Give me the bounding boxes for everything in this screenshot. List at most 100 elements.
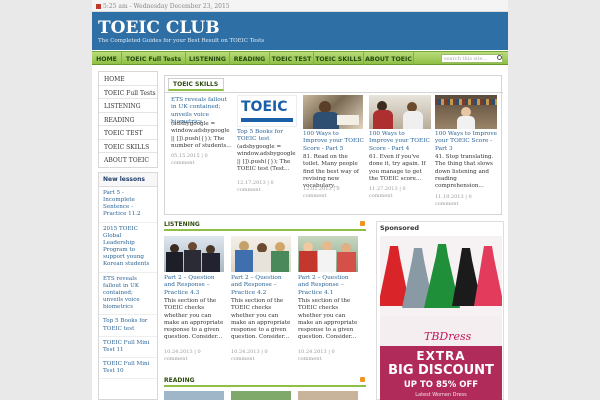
listening-thumbnail[interactable] <box>231 236 291 272</box>
post-meta: 11.19.2013 | 0 comment <box>435 194 499 207</box>
meta-separator: | <box>465 194 467 200</box>
listening-thumbnail[interactable] <box>298 236 358 272</box>
meta-separator: | <box>267 180 269 186</box>
lesson-link[interactable]: 2015 TOEIC Global Leadership Program to … <box>99 223 157 273</box>
post-title[interactable]: Top 5 Books for TOEIC test <box>237 129 297 144</box>
sponsored-ad[interactable]: TBDress EXTRA BIG DISCOUNT UP TO 85% OFF… <box>380 236 502 400</box>
comment-label[interactable]: comment <box>237 187 260 193</box>
thumb-figure <box>253 252 271 272</box>
post-meta: 10.24.2013 | 0 comment <box>231 349 293 362</box>
sidebar-item-toeic-full-tests[interactable]: TOEIC Full Tests <box>99 86 157 99</box>
post-date: 12.17.2013 <box>237 180 266 186</box>
comment-count[interactable]: 0 <box>337 186 340 192</box>
comment-label[interactable]: comment <box>164 356 187 362</box>
nav-toeic-skills[interactable]: TOEIC SKILLS <box>314 52 364 65</box>
tab-toeic-skills-label: TOEIC SKILLS <box>173 81 219 88</box>
calendar-icon <box>96 4 101 9</box>
meta-separator: | <box>399 186 401 192</box>
rss-icon[interactable] <box>360 377 365 382</box>
page-wrapper: 5:25 am - Wednesday December 23, 2015 TO… <box>92 0 508 400</box>
thumb-figure <box>313 112 339 129</box>
post-thumbnail[interactable] <box>303 95 363 129</box>
lesson-link[interactable]: Part 5 - Incomplete Sentence - Practice … <box>99 187 157 223</box>
reading-underline <box>164 385 366 387</box>
thumb-figure <box>271 251 289 272</box>
meta-separator: | <box>261 349 263 355</box>
comment-label[interactable]: comment <box>231 356 254 362</box>
post-excerpt: (adsbygoogle = window.adsbygoogle || [])… <box>171 121 232 149</box>
reading-thumbnail[interactable] <box>164 391 224 400</box>
post-title[interactable]: Part 2 – Question and Response – Practic… <box>164 275 226 297</box>
post-thumbnail[interactable]: TOEIC <box>237 95 297 127</box>
reading-thumbnail[interactable] <box>298 391 358 400</box>
comment-label[interactable]: comment <box>298 356 321 362</box>
site-title[interactable]: TOEIC CLUB <box>98 18 220 38</box>
post-meta: 10.24.2013 | 0 comment <box>298 349 360 362</box>
logo-bar <box>241 118 293 122</box>
comment-count[interactable]: 0 <box>205 153 208 159</box>
thumb-figure <box>457 116 475 129</box>
nav-listening[interactable]: LISTENING <box>186 52 230 65</box>
nav-toeic-test[interactable]: TOEIC TEST <box>270 52 314 65</box>
ad-dresses-image <box>380 236 502 316</box>
post-title[interactable]: Part 2 – Question and Response – Practic… <box>298 275 360 297</box>
sidebar-item-listening[interactable]: LISTENING <box>99 99 157 113</box>
rss-icon[interactable] <box>360 221 365 226</box>
post-thumbnail[interactable] <box>435 95 497 129</box>
nav-about-toeic[interactable]: ABOUT TOEIC <box>364 52 414 65</box>
thumb-figure <box>166 252 183 272</box>
listening-thumbnail[interactable] <box>164 236 224 272</box>
comment-count[interactable]: 0 <box>403 186 406 192</box>
thumb-figure <box>184 250 201 272</box>
post-title[interactable]: 100 Ways to Improve your TOEIC Score - P… <box>435 131 499 153</box>
search-input[interactable]: search this site... <box>441 54 503 63</box>
comment-count[interactable]: 0 <box>332 349 335 355</box>
listening-heading[interactable]: LISTENING <box>164 221 200 228</box>
reading-heading[interactable]: READING <box>164 377 195 384</box>
post-title[interactable]: 100 Ways to Improve your TOEIC Score - P… <box>303 131 365 153</box>
meta-separator: | <box>328 349 330 355</box>
lesson-link[interactable]: Top 5 Books for TOEIC test <box>99 315 157 337</box>
thumb-book <box>337 115 359 125</box>
thumb-figure <box>318 250 336 272</box>
comment-label[interactable]: comment <box>369 193 392 199</box>
comment-count[interactable]: 0 <box>271 180 274 186</box>
sidebar-item-about-toeic[interactable]: ABOUT TOEIC <box>99 153 157 167</box>
comment-label[interactable]: comment <box>171 160 194 166</box>
post-title[interactable]: 100 Ways to Improve your TOEIC Score - P… <box>369 131 431 153</box>
sidebar-item-toeic-skills[interactable]: TOEIC SKILLS <box>99 140 157 153</box>
ad-line1: EXTRA <box>416 349 466 363</box>
comment-label[interactable]: comment <box>435 201 458 207</box>
post-date: 05.15.2015 <box>171 153 200 159</box>
post-excerpt: 41. Stop translating. The thing that slo… <box>435 154 494 190</box>
thumb-figure <box>337 252 356 272</box>
sidebar-item-reading[interactable]: READING <box>99 113 157 126</box>
thumb-shelf <box>435 99 497 105</box>
sidebar-menu: HOME TOEIC Full Tests LISTENING READING … <box>98 71 158 168</box>
search-icon[interactable] <box>497 55 502 60</box>
comment-label[interactable]: comment <box>303 193 326 199</box>
nav-toeic-full-tests[interactable]: TOEIC Full Tests <box>122 52 186 65</box>
lesson-link[interactable]: ETS reveals fallout in UK contained; unv… <box>99 273 157 316</box>
nav-reading[interactable]: READING <box>230 52 270 65</box>
listening-underline <box>164 229 366 231</box>
post-title[interactable]: Part 2 – Question and Response – Practic… <box>231 275 293 297</box>
nav-home[interactable]: HOME <box>92 52 122 65</box>
ad-brand: TBDress <box>424 330 472 343</box>
meta-separator: | <box>333 186 335 192</box>
post-thumbnail[interactable] <box>369 95 431 129</box>
post-meta: 05.15.2015 | 0 comment <box>171 153 233 166</box>
post-excerpt: This section of the TOEIC checks whether… <box>164 298 224 341</box>
lesson-link[interactable]: TOEIC Full Mini Test 10 <box>99 358 157 380</box>
post-date: 10.24.2013 <box>164 349 193 355</box>
reading-thumbnail[interactable] <box>231 391 291 400</box>
post-date: 10.24.2013 <box>231 349 260 355</box>
comment-count[interactable]: 0 <box>265 349 268 355</box>
sidebar-item-home[interactable]: HOME <box>99 72 157 86</box>
sidebar-item-toeic-test[interactable]: TOEIC TEST <box>99 126 157 140</box>
comment-count[interactable]: 0 <box>469 194 472 200</box>
lesson-link[interactable]: TOEIC Full Mini Test 11 <box>99 337 157 358</box>
post-meta: 11.27.2013 | 0 comment <box>369 186 431 199</box>
comment-count[interactable]: 0 <box>198 349 201 355</box>
thumb-figure <box>403 111 423 129</box>
